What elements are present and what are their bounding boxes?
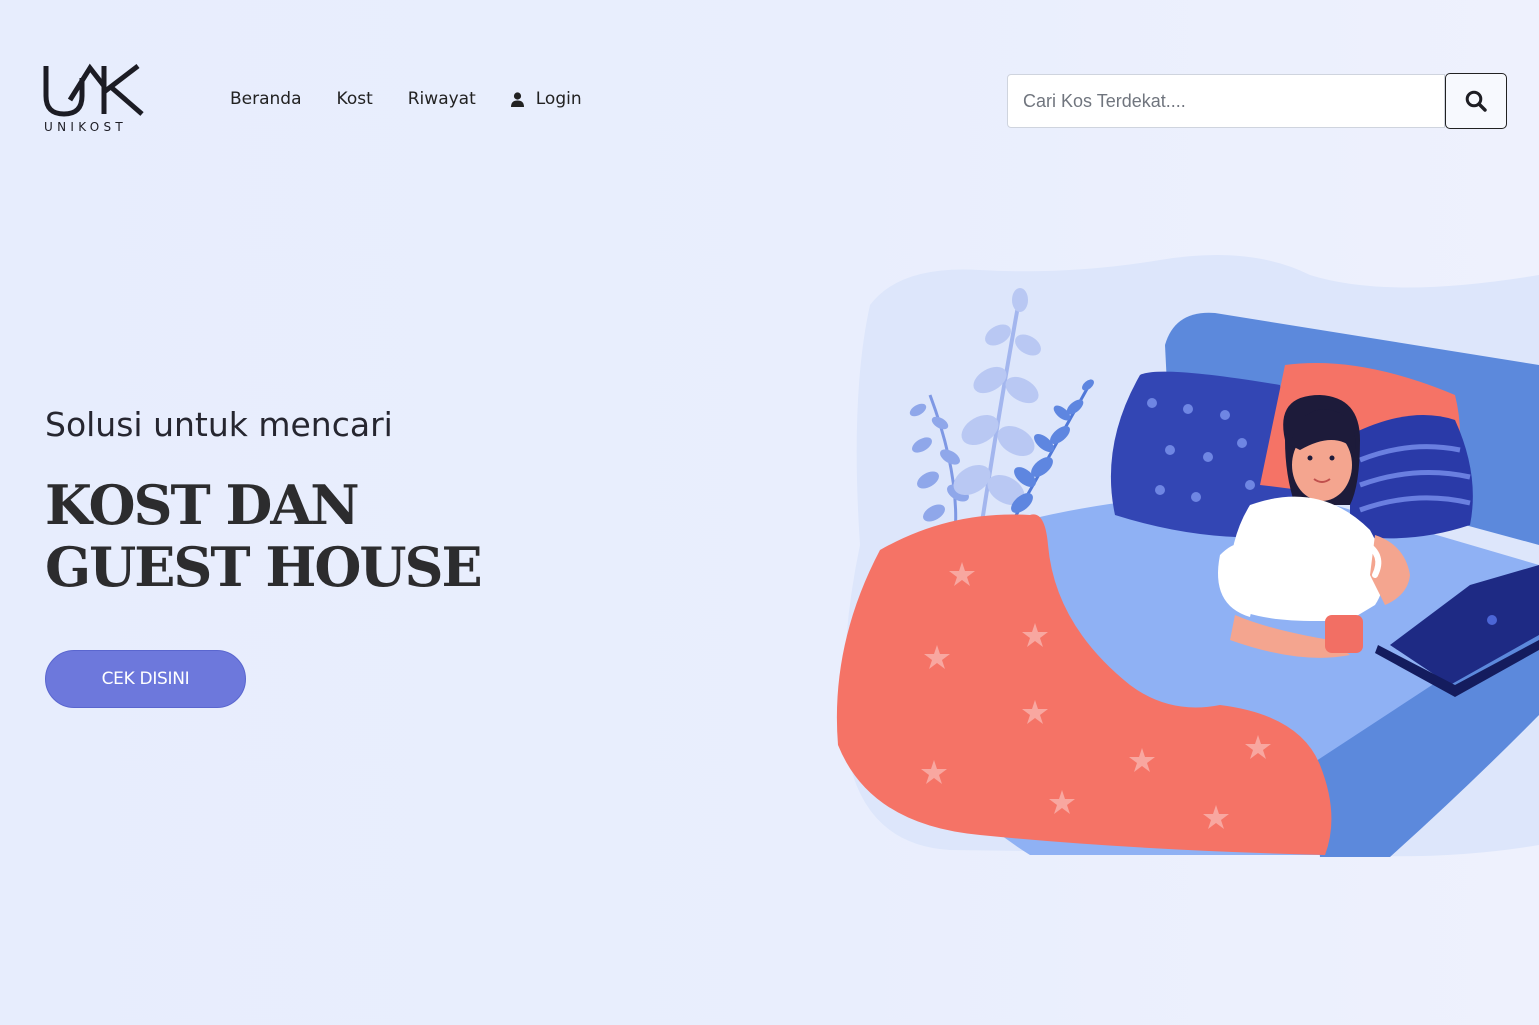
- hero-illustration: [830, 245, 1539, 865]
- nav-beranda[interactable]: Beranda: [230, 89, 302, 109]
- hero-subtitle: Solusi untuk mencari: [45, 405, 393, 444]
- search-button[interactable]: [1445, 73, 1507, 129]
- nav-login[interactable]: Login: [510, 89, 582, 109]
- hero-title-line-1: KOST DAN: [45, 473, 360, 537]
- logo-text: UNIKOST: [44, 120, 128, 134]
- user-icon: [510, 91, 524, 107]
- woman-on-bed-illustration: [836, 255, 1539, 857]
- search-input[interactable]: [1007, 74, 1445, 128]
- nav-login-label: Login: [535, 89, 582, 109]
- cek-disini-button[interactable]: CEK DISINI: [45, 650, 246, 708]
- logo-mark-icon: [43, 63, 144, 117]
- hero-title-line-2: GUEST HOUSE: [45, 535, 483, 599]
- nav-kost[interactable]: Kost: [337, 89, 373, 109]
- search-icon: [1465, 90, 1487, 112]
- main-nav: Beranda Kost Riwayat Login: [230, 88, 582, 110]
- nav-riwayat[interactable]: Riwayat: [408, 89, 476, 109]
- hero-title: KOST DAN GUEST HOUSE: [45, 473, 483, 599]
- unikost-logo[interactable]: UNIKOST: [42, 62, 146, 136]
- search-bar: [1007, 73, 1507, 129]
